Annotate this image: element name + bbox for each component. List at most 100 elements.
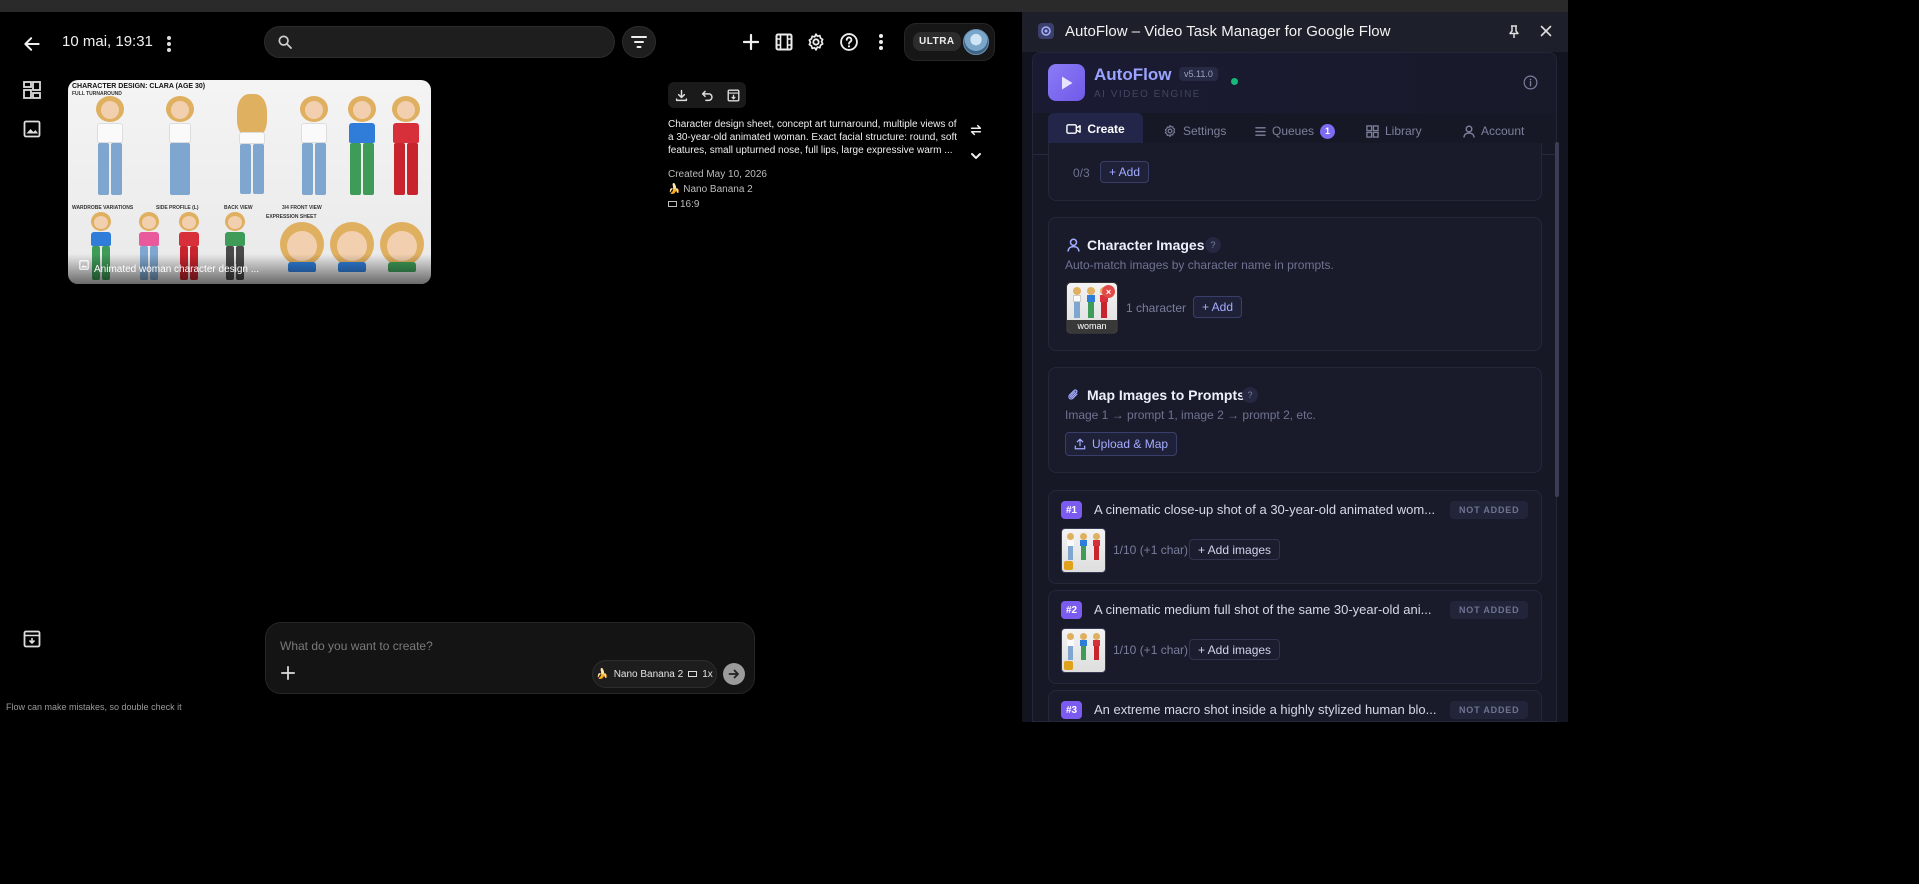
reference-images-card: 0/3 + Add bbox=[1048, 143, 1542, 201]
avatar[interactable] bbox=[963, 29, 989, 55]
gear-icon bbox=[1164, 124, 1176, 138]
help-button[interactable]: ? bbox=[1242, 387, 1258, 403]
plus-icon bbox=[743, 34, 759, 50]
prompt-item[interactable]: #3 An extreme macro shot inside a highly… bbox=[1048, 690, 1542, 721]
add-reference-button[interactable]: + Add bbox=[1100, 161, 1150, 183]
download-button[interactable] bbox=[675, 89, 688, 102]
view-images-button[interactable] bbox=[20, 117, 44, 141]
prompt-status-badge: NOT ADDED bbox=[1450, 501, 1529, 519]
add-images-button[interactable]: + Add images bbox=[1189, 639, 1281, 660]
sheet-label: 3/4 FRONT VIEW bbox=[282, 205, 322, 211]
generated-image-card[interactable]: CHARACTER DESIGN: CLARA (AGE 30) FULL TU… bbox=[68, 80, 431, 284]
reference-count: 0/3 bbox=[1073, 166, 1090, 180]
archive-button[interactable] bbox=[20, 627, 44, 651]
user-icon bbox=[1065, 237, 1081, 253]
prompt-item[interactable]: #1 A cinematic close-up shot of a 30-yea… bbox=[1048, 490, 1542, 584]
list-icon bbox=[1255, 126, 1266, 136]
download-icon bbox=[675, 89, 687, 101]
arrow-right-icon bbox=[728, 669, 739, 679]
project-date: 10 mai, 19:31 bbox=[62, 33, 153, 50]
connection-status-dot bbox=[1231, 78, 1238, 85]
close-panel-button[interactable] bbox=[1537, 22, 1555, 40]
panel-scrollbar[interactable] bbox=[1555, 142, 1559, 497]
archive-icon bbox=[727, 89, 739, 101]
send-button[interactable] bbox=[723, 663, 745, 685]
card-title: Character Images bbox=[1087, 237, 1205, 253]
model-chip-label: Nano Banana 2 bbox=[613, 668, 684, 680]
brand-subtitle: AI VIDEO ENGINE bbox=[1094, 89, 1201, 100]
settings-button[interactable] bbox=[804, 30, 828, 54]
prompt-status-badge: NOT ADDED bbox=[1450, 601, 1529, 619]
close-icon bbox=[1540, 25, 1552, 37]
account-area[interactable]: ULTRA bbox=[904, 23, 995, 61]
view-grid-button[interactable] bbox=[20, 78, 44, 102]
project-menu-button[interactable] bbox=[158, 30, 180, 58]
flow-app: 10 mai, 19:31 ULTRA CHARACTER DESIGN: CL… bbox=[0, 12, 1022, 722]
info-icon bbox=[1523, 75, 1537, 89]
plus-icon bbox=[281, 666, 295, 680]
banana-icon: 🍌 bbox=[668, 184, 681, 195]
model-selector[interactable]: 🍌 Nano Banana 2 1x bbox=[592, 660, 717, 688]
character-figure bbox=[160, 96, 200, 202]
scenebuilder-button[interactable] bbox=[772, 30, 796, 54]
prompt-item[interactable]: #2 A cinematic medium full shot of the s… bbox=[1048, 590, 1542, 684]
info-button[interactable] bbox=[1521, 73, 1539, 91]
back-button[interactable] bbox=[18, 30, 46, 58]
character-images-card: Character Images ? Auto-match images by … bbox=[1048, 217, 1542, 351]
save-to-library-button[interactable] bbox=[727, 89, 740, 102]
upload-icon bbox=[1074, 438, 1086, 450]
expand-description-button[interactable] bbox=[966, 146, 986, 166]
character-thumbnail[interactable]: × woman bbox=[1066, 282, 1118, 334]
dashboard-grid-icon bbox=[23, 81, 41, 99]
chevron-down-icon bbox=[971, 153, 981, 159]
map-images-card: Map Images to Prompts ? Image 1 → prompt… bbox=[1048, 367, 1542, 473]
character-figure bbox=[342, 96, 382, 202]
video-camera-icon bbox=[1066, 124, 1082, 134]
prompt-text: A cinematic medium full shot of the same… bbox=[1094, 602, 1432, 617]
help-button[interactable] bbox=[837, 30, 861, 54]
aspect-ratio-icon bbox=[668, 201, 677, 207]
prompt-thumbnail[interactable] bbox=[1061, 628, 1106, 673]
disclaimer: Flow can make mistakes, so double check … bbox=[6, 702, 182, 712]
aspect-ratio-icon bbox=[688, 671, 698, 677]
screen: 10 mai, 19:31 ULTRA CHARACTER DESIGN: CL… bbox=[0, 0, 1568, 722]
add-button[interactable] bbox=[739, 30, 763, 54]
prompt-number: #2 bbox=[1061, 601, 1083, 619]
pin-button[interactable] bbox=[1505, 23, 1523, 41]
upload-and-map-button[interactable]: Upload & Map bbox=[1065, 432, 1178, 456]
tab-label: Account bbox=[1481, 124, 1525, 138]
more-vertical-icon bbox=[167, 36, 171, 52]
card-title: Map Images to Prompts bbox=[1087, 387, 1245, 403]
prompt-status-badge: NOT ADDED bbox=[1450, 701, 1529, 719]
image-caption: Animated woman character design ... bbox=[94, 264, 260, 275]
window-top-strip bbox=[0, 0, 1568, 12]
prompt-thumbnail[interactable] bbox=[1061, 528, 1106, 573]
help-button[interactable]: ? bbox=[1205, 237, 1221, 253]
add-media-button[interactable] bbox=[278, 663, 298, 683]
sheet-label: WARDROBE VARIATIONS bbox=[72, 205, 134, 211]
search-bar[interactable] bbox=[264, 26, 615, 58]
character-lock-icon bbox=[1064, 661, 1073, 670]
arrow-left-icon bbox=[24, 37, 40, 51]
reuse-prompt-button[interactable] bbox=[966, 120, 986, 140]
add-character-button[interactable]: + Add bbox=[1193, 296, 1243, 318]
add-images-button[interactable]: + Add images bbox=[1189, 539, 1281, 560]
filter-button[interactable] bbox=[622, 26, 656, 58]
prompt-text: An extreme macro shot inside a highly st… bbox=[1094, 702, 1437, 717]
prompt-input[interactable] bbox=[280, 637, 720, 655]
character-lock-icon bbox=[1064, 561, 1073, 570]
character-count: 1 character bbox=[1126, 301, 1187, 315]
panel-header: AutoFlow – Video Task Manager for Google… bbox=[1022, 12, 1568, 52]
character-figure bbox=[90, 96, 130, 202]
tab-create[interactable]: Create bbox=[1048, 113, 1143, 147]
aspect-ratio: 16:9 bbox=[680, 199, 700, 210]
help-circle-icon bbox=[840, 33, 858, 51]
model-name: Nano Banana 2 bbox=[683, 184, 753, 195]
remove-character-button[interactable]: × bbox=[1102, 285, 1115, 298]
character-figure bbox=[294, 96, 334, 202]
tab-label: Library bbox=[1385, 124, 1422, 138]
more-button[interactable] bbox=[870, 30, 892, 54]
undo-button[interactable] bbox=[701, 89, 714, 102]
search-input[interactable] bbox=[303, 31, 603, 55]
search-icon bbox=[277, 34, 293, 55]
